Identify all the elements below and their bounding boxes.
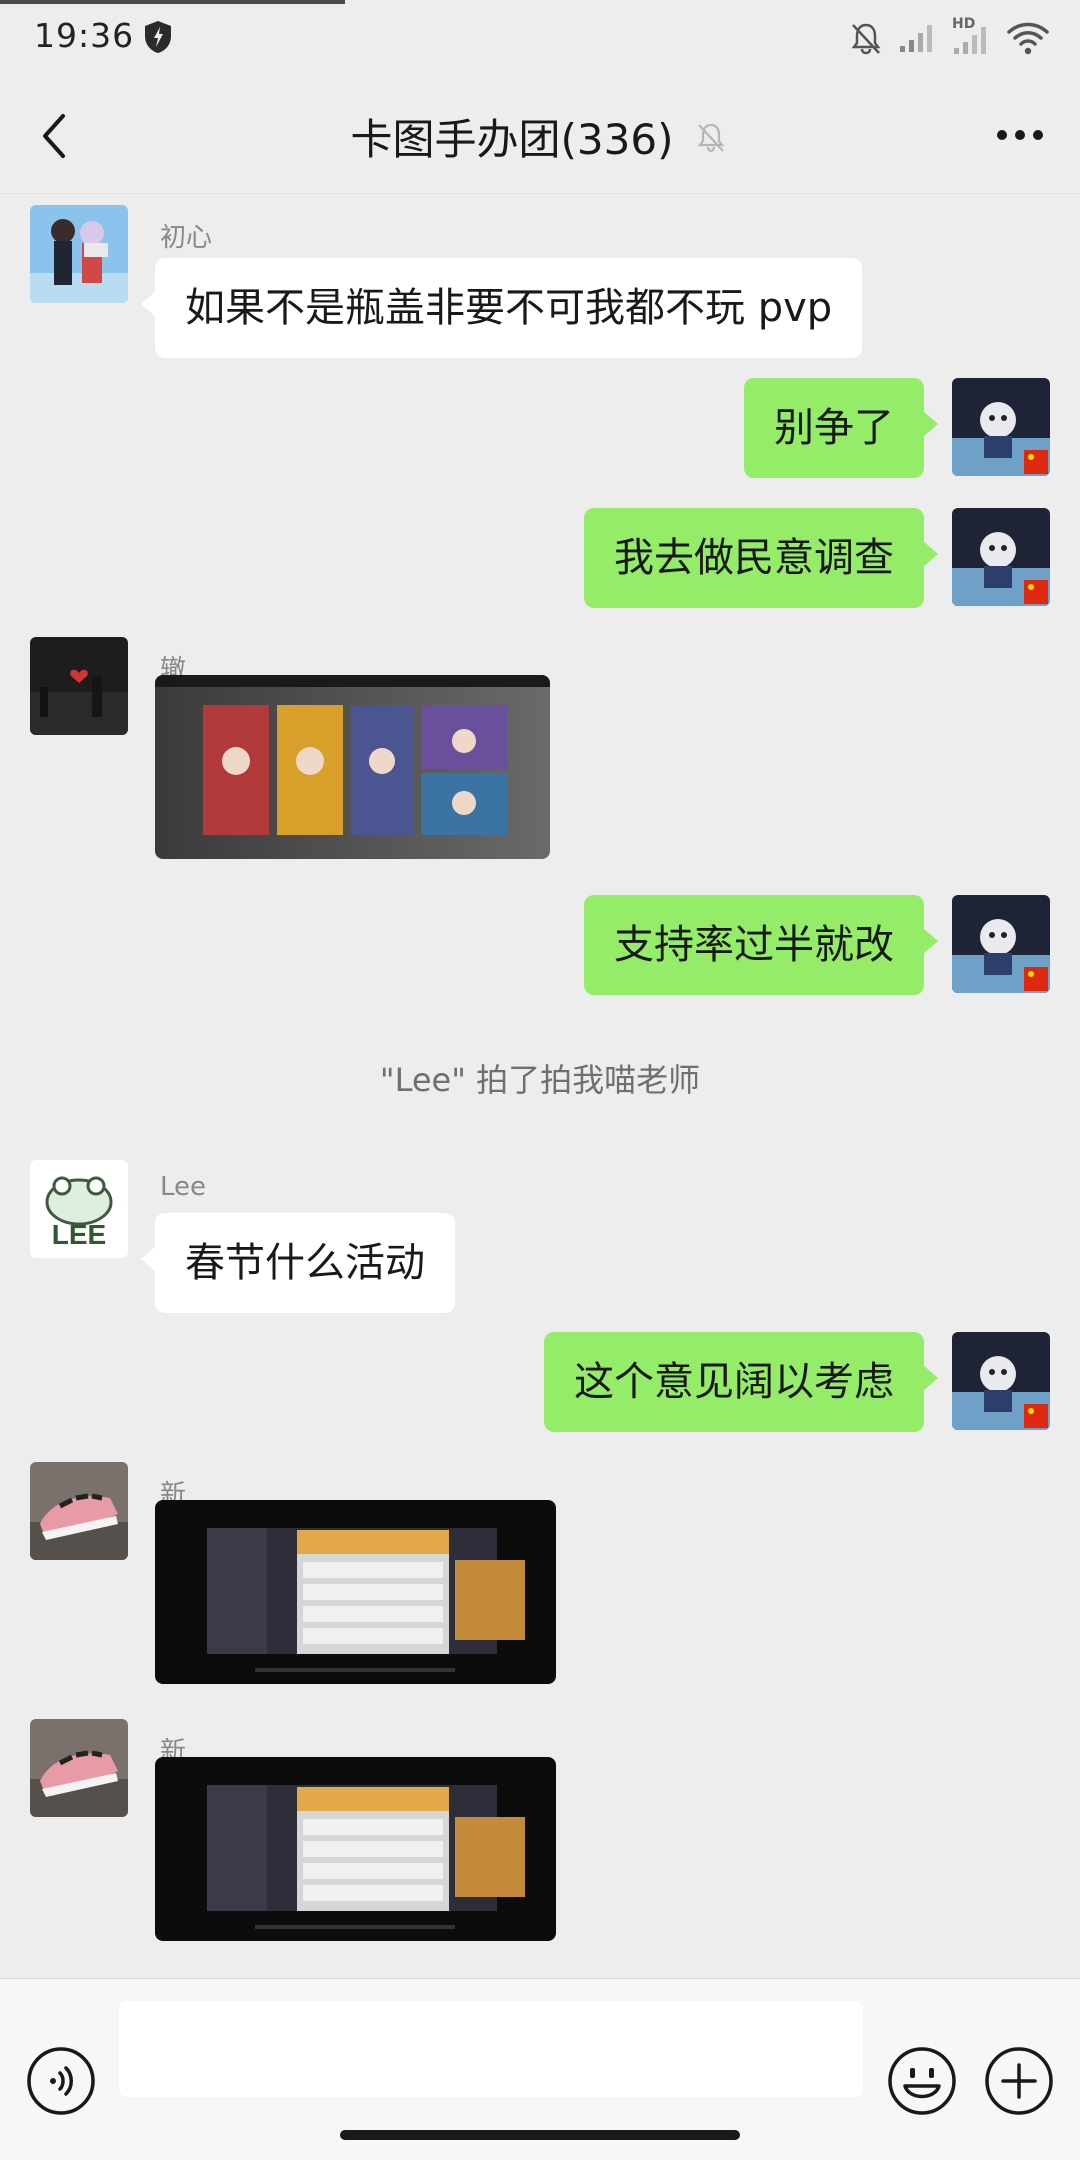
message-row: 我去做民意调查 [0,508,1080,608]
chat-title-container: 卡图手办团(336) [0,106,1080,167]
message-row: 新 [0,1719,1080,1949]
message-row: LEE Lee 春节什么活动 [0,1160,1080,1313]
wifi-icon [1007,22,1049,55]
message-bubble[interactable]: 别争了 [744,378,938,478]
avatar[interactable] [30,1462,128,1560]
message-bubble[interactable]: 春节什么活动 [141,1213,455,1313]
image-message[interactable] [155,1500,556,1684]
message-row: 新 [0,1462,1080,1692]
mute-bell-icon [851,23,881,55]
avatar[interactable] [30,205,128,303]
chat-screen: 19:36 HD 卡图手办团(336) 初心 如果不是瓶盖非要不可我都不玩 pv… [0,0,1080,2160]
home-indicator[interactable] [340,2130,740,2140]
sender-name: 初心 [160,223,213,253]
message-row: 这个意见阔以考虑 [0,1332,1080,1432]
system-notice: "Lee" 拍了拍我喵老师 [379,1061,701,1099]
chat-header: 卡图手办团(336) [0,76,1080,194]
chat-title: 卡图手办团(336) [350,115,674,164]
message-list: 初心 如果不是瓶盖非要不可我都不玩 pvp 别争了 我去做民意调查 辙 支持率过… [0,195,1080,1975]
more-options-button[interactable] [990,110,1050,160]
avatar[interactable] [30,1719,128,1817]
sender-name: Lee [160,1172,207,1202]
message-row: 支持率过半就改 [0,895,1080,995]
signal-icon [900,25,932,52]
message-row: 初心 如果不是瓶盖非要不可我都不玩 pvp [0,205,1080,358]
my-avatar[interactable] [952,895,1050,993]
message-bubble[interactable]: 支持率过半就改 [584,895,938,995]
status-icons: HD [848,16,1050,58]
image-message[interactable] [155,675,550,859]
more-dots-icon [997,130,1043,140]
avatar[interactable]: LEE [30,1160,128,1258]
my-avatar[interactable] [952,1332,1050,1430]
message-bubble[interactable]: 这个意见阔以考虑 [544,1332,938,1432]
message-bubble[interactable]: 如果不是瓶盖非要不可我都不玩 pvp [140,258,863,358]
message-bubble[interactable]: 我去做民意调查 [584,508,938,608]
voice-icon[interactable] [26,2046,96,2116]
emoji-icon[interactable] [887,2046,957,2116]
message-row: 辙 [0,637,1080,867]
my-avatar[interactable] [952,378,1050,476]
bell-off-icon [698,123,725,152]
status-time: 19:36 [34,16,135,55]
avatar[interactable] [30,637,128,735]
image-message[interactable] [155,1757,556,1941]
status-bar: 19:36 HD [0,0,1080,76]
status-progress-line [0,0,345,4]
lee-avatar-text: LEE [52,1219,106,1250]
message-row: 别争了 [0,378,1080,478]
shield-icon [145,21,171,53]
message-input[interactable] [119,2001,863,2097]
my-avatar[interactable] [952,508,1050,606]
hd-signal-icon: HD [952,16,992,56]
plus-icon[interactable] [984,2046,1054,2116]
